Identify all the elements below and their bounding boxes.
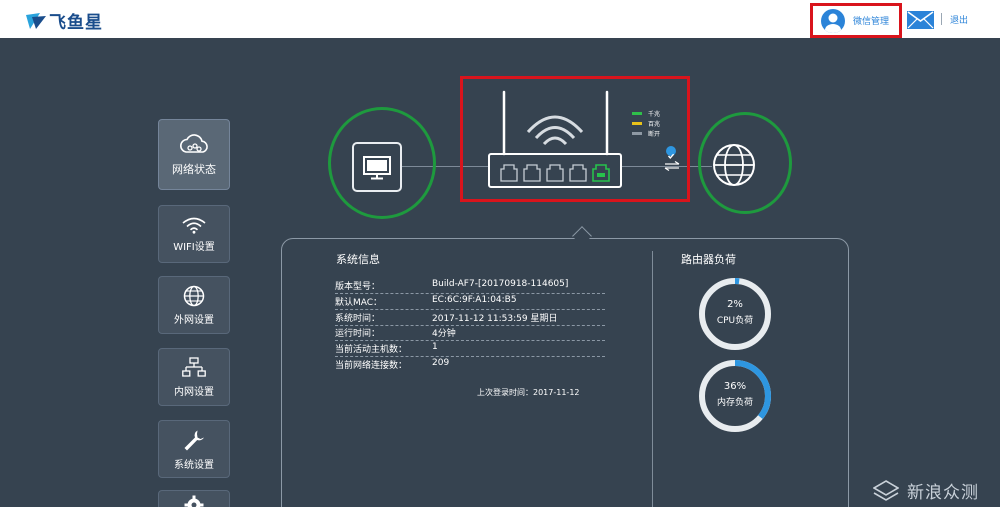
watermark-text: 新浪众测 xyxy=(907,483,979,503)
sidebar-item-label: WIFI设置 xyxy=(173,241,215,253)
info-value: EC:6C:9F:A1:04:B5 xyxy=(432,295,517,305)
info-row-uptime: 运行时间： 4分钟 xyxy=(335,325,605,341)
sidebar-item-label: 内网设置 xyxy=(174,386,214,398)
info-key: 版本型号： xyxy=(335,282,381,292)
watermark-logo-icon xyxy=(873,479,899,501)
cloud-network-icon xyxy=(180,133,208,153)
info-key: 当前活动主机数： xyxy=(335,345,408,355)
legend-label: 断开 xyxy=(648,131,661,138)
router-device[interactable] xyxy=(486,88,626,190)
info-row-version: 版本型号： Build-AF7-[20170918-114605] xyxy=(335,278,605,294)
user-avatar-icon xyxy=(821,8,845,33)
watermark: 新浪众测 xyxy=(873,478,979,503)
gear-icon xyxy=(184,495,204,507)
memory-load-percent: 36% xyxy=(723,381,747,392)
pc-device-button[interactable] xyxy=(352,142,402,192)
wechat-management-button[interactable]: 微信管理 xyxy=(810,3,902,38)
info-row-mac: 默认MAC： EC:6C:9F:A1:04:B5 xyxy=(335,294,605,310)
logo-mark-icon xyxy=(26,12,46,29)
sidebar-item-network-status[interactable]: 网络状态 xyxy=(158,119,230,190)
legend-swatch xyxy=(632,112,642,115)
wrench-icon xyxy=(184,430,204,450)
legend-label: 百兆 xyxy=(648,121,661,128)
info-value: 209 xyxy=(432,358,450,368)
header-divider xyxy=(941,13,942,25)
info-value: 4分钟 xyxy=(432,329,456,339)
monitor-icon xyxy=(363,156,391,180)
legend-100m: 百兆 xyxy=(632,119,660,128)
sidebar-item-wan-settings[interactable]: 外网设置 xyxy=(158,276,230,334)
sidebar-item-more-settings[interactable] xyxy=(158,490,230,507)
legend-swatch xyxy=(632,132,642,135)
info-value: 2017-11-12 11:53:59 星期日 xyxy=(432,314,558,324)
info-row-active-hosts: 当前活动主机数： 1 xyxy=(335,341,605,357)
top-header: 飞鱼星 微信管理 退出 xyxy=(0,0,1000,38)
info-key: 默认MAC： xyxy=(335,298,383,308)
sidebar-item-label: 系统设置 xyxy=(174,459,214,471)
info-key: 当前网络连接数： xyxy=(335,361,408,371)
globe-icon xyxy=(183,285,205,306)
info-value: Build-AF7-[20170918-114605] xyxy=(432,279,569,289)
memory-load-gauge: 36% 内存负荷 xyxy=(698,359,772,433)
legend-label: 千兆 xyxy=(648,111,661,118)
wifi-icon xyxy=(182,217,206,234)
info-value: 1 xyxy=(432,342,438,352)
brand-name: 飞鱼星 xyxy=(49,13,103,33)
sidebar-item-lan-settings[interactable]: 内网设置 xyxy=(158,348,230,406)
wechat-management-label: 微信管理 xyxy=(853,17,890,27)
sidebar-item-system-settings[interactable]: 系统设置 xyxy=(158,420,230,478)
mail-icon[interactable] xyxy=(907,11,934,29)
brand-logo[interactable]: 飞鱼星 xyxy=(26,8,103,33)
last-login-value: 2017-11-12 xyxy=(533,388,580,397)
cpu-load-label: CPU负荷 xyxy=(716,316,754,326)
info-row-system-time: 系统时间： 2017-11-12 11:53:59 星期日 xyxy=(335,310,605,326)
lan-topology-icon xyxy=(182,356,206,377)
sidebar-item-label: 网络状态 xyxy=(172,162,216,176)
logout-link[interactable]: 退出 xyxy=(950,13,968,26)
transfer-arrows-icon xyxy=(664,160,680,172)
last-login-label: 上次登录时间： xyxy=(477,388,533,397)
connected-check-icon xyxy=(666,146,676,160)
info-key: 运行时间： xyxy=(335,329,381,339)
info-key: 系统时间： xyxy=(335,314,381,324)
legend-disconnected: 断开 xyxy=(632,129,660,138)
last-login-info: 上次登录时间：2017-11-12 xyxy=(477,387,580,398)
internet-globe-icon[interactable] xyxy=(712,143,756,187)
memory-load-label: 内存负荷 xyxy=(716,398,753,408)
router-load-title: 路由器负荷 xyxy=(681,253,736,266)
sidebar-item-wifi-settings[interactable]: WIFI设置 xyxy=(158,205,230,263)
cpu-load-percent: 2% xyxy=(727,299,743,310)
cpu-load-gauge: 2% CPU负荷 xyxy=(698,277,772,351)
legend-swatch xyxy=(632,122,642,125)
legend-gigabit: 千兆 xyxy=(632,109,660,118)
panel-divider xyxy=(652,251,653,507)
system-info-title: 系统信息 xyxy=(336,253,380,266)
info-row-connections: 当前网络连接数： 209 xyxy=(335,357,605,373)
sidebar-item-label: 外网设置 xyxy=(174,314,214,326)
